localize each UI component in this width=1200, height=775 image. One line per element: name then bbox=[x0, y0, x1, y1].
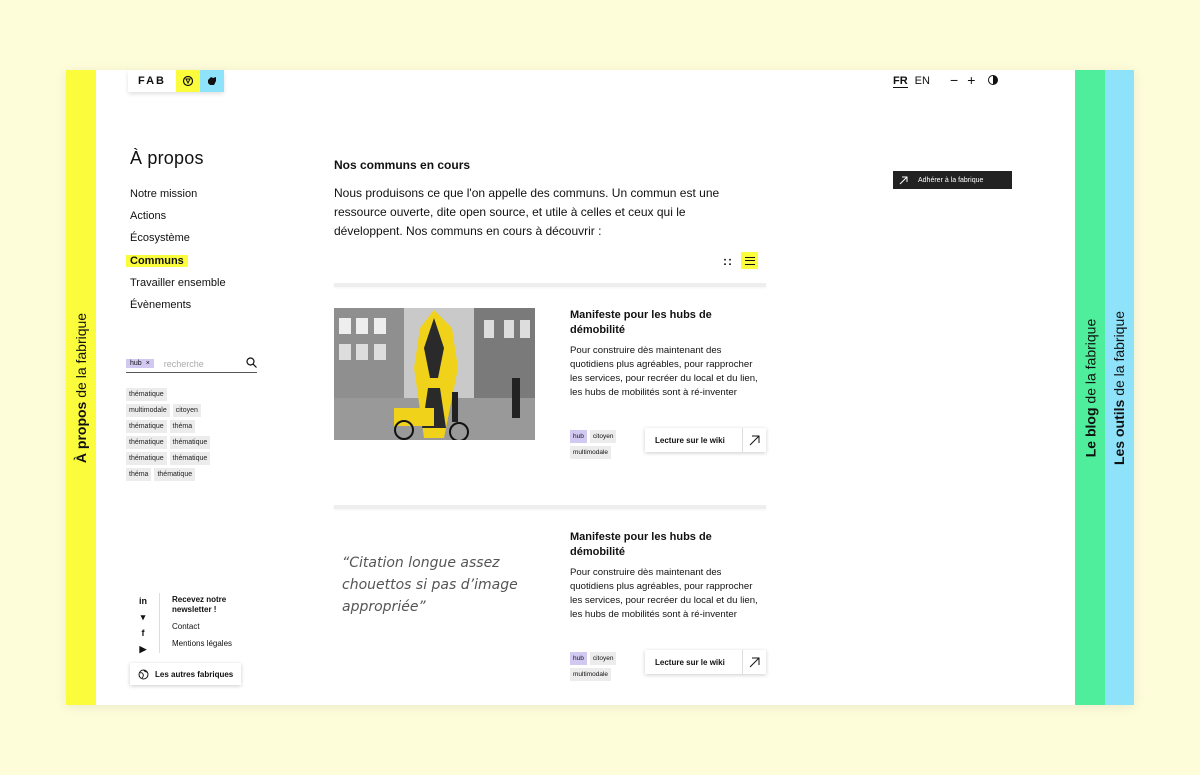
facebook-icon[interactable]: f bbox=[138, 627, 148, 639]
globe-icon bbox=[138, 669, 149, 679]
app-frame: À propos de la fabrique FAB FR EN − + À … bbox=[66, 70, 1134, 705]
filter-tag[interactable]: thématique bbox=[126, 436, 167, 449]
filter-tag[interactable]: multimodale bbox=[126, 404, 170, 417]
filter-tag[interactable]: citoyen bbox=[172, 404, 201, 417]
sidebar-item-communs[interactable]: Communs bbox=[126, 254, 230, 276]
tab-blog-rest: de la fabrique bbox=[1082, 318, 1099, 407]
intro-text: Nous produisons ce que l'on appelle des … bbox=[334, 186, 720, 238]
tab-blog-bold: Le blog bbox=[1082, 406, 1099, 457]
divider bbox=[159, 593, 160, 653]
chip-remove-icon[interactable]: × bbox=[146, 360, 150, 367]
tab-outils-bold: Les outils bbox=[1111, 399, 1128, 465]
arrow-up-right-icon bbox=[742, 650, 766, 674]
card: Manifeste pour les hubs de démobilité Po… bbox=[570, 530, 766, 622]
card-divider bbox=[334, 283, 766, 287]
sidebar-title: À propos bbox=[130, 148, 204, 168]
sidebar: À propos Notre mission Actions Écosystèm… bbox=[126, 148, 230, 320]
footer-links: Recevez notre newsletter ! Contact Menti… bbox=[172, 595, 242, 656]
tab-a-propos-rest: de la fabrique bbox=[73, 312, 89, 402]
card-tag[interactable]: citoyen bbox=[589, 652, 617, 665]
arrow-up-right-icon bbox=[899, 176, 908, 184]
zoom-in-button[interactable]: + bbox=[967, 72, 975, 88]
arrow-up-right-icon bbox=[742, 428, 766, 452]
compass-icon[interactable] bbox=[176, 70, 200, 92]
card-image bbox=[334, 308, 535, 440]
logo-text: FAB bbox=[128, 70, 176, 92]
card-tag[interactable]: citoyen bbox=[589, 430, 617, 443]
card-tag[interactable]: hub bbox=[570, 430, 587, 443]
zoom-controls: − + bbox=[950, 72, 999, 88]
card-title[interactable]: Manifeste pour les hubs de démobilité bbox=[570, 530, 766, 560]
view-toggle: :: bbox=[723, 252, 758, 269]
filter-tag[interactable]: thématique bbox=[169, 452, 211, 465]
read-wiki-label: Lecture sur le wiki bbox=[655, 657, 725, 667]
tab-a-propos-bold: À propos bbox=[73, 401, 89, 463]
read-wiki-label: Lecture sur le wiki bbox=[655, 435, 725, 445]
card-tag[interactable]: multimodale bbox=[570, 668, 612, 681]
card-description: Pour construire dès maintenant des quoti… bbox=[570, 567, 758, 620]
read-wiki-button[interactable]: Lecture sur le wiki bbox=[645, 428, 766, 452]
contact-link[interactable]: Contact bbox=[172, 622, 242, 631]
language-switch: FR EN bbox=[893, 75, 930, 88]
search-bar[interactable]: hub × recherche bbox=[126, 355, 257, 373]
filter-tag[interactable]: thématique bbox=[169, 436, 211, 449]
search-chip-hub[interactable]: hub × bbox=[126, 359, 154, 368]
filter-tag[interactable]: thématique bbox=[126, 388, 167, 401]
filter-tag[interactable]: théma bbox=[169, 420, 196, 433]
legal-link[interactable]: Mentions légales bbox=[172, 639, 242, 648]
sidebar-item-ecosysteme[interactable]: Écosystème bbox=[130, 231, 230, 253]
card: Manifeste pour les hubs de démobilité Po… bbox=[570, 308, 766, 400]
lang-en[interactable]: EN bbox=[915, 75, 930, 88]
sidebar-item-travailler-ensemble[interactable]: Travailler ensemble bbox=[130, 276, 230, 298]
other-fabriques-label: Les autres fabriques bbox=[155, 669, 234, 679]
tab-outils-rest: de la fabrique bbox=[1111, 310, 1128, 400]
card-tag[interactable]: hub bbox=[570, 652, 587, 665]
sidebar-item-actions[interactable]: Actions bbox=[130, 209, 230, 231]
join-label: Adhérer à la fabrique bbox=[918, 176, 984, 184]
list-view-icon[interactable] bbox=[741, 252, 758, 269]
card-title[interactable]: Manifeste pour les hubs de démobilité bbox=[570, 308, 766, 338]
lang-fr[interactable]: FR bbox=[893, 75, 908, 88]
filter-tag[interactable]: théma bbox=[126, 468, 152, 481]
filter-tags: thématique multimodale citoyen thématique… bbox=[126, 388, 266, 484]
search-input[interactable]: recherche bbox=[164, 359, 236, 369]
join-button[interactable]: Adhérer à la fabrique bbox=[893, 171, 1012, 189]
filter-tag[interactable]: thématique bbox=[126, 452, 167, 465]
sidebar-item-evenements[interactable]: Évènements bbox=[130, 298, 230, 320]
tab-a-propos[interactable]: À propos de la fabrique bbox=[66, 70, 96, 705]
social-links: in ▾ f ▶ bbox=[138, 595, 148, 655]
card-divider bbox=[334, 505, 766, 509]
tab-outils[interactable]: Les outils de la fabrique bbox=[1105, 70, 1134, 705]
newsletter-link[interactable]: Recevez notre newsletter ! bbox=[172, 595, 242, 615]
linkedin-icon[interactable]: in bbox=[138, 595, 148, 607]
filter-tag[interactable]: thématique bbox=[154, 468, 196, 481]
main-content: Nos communs en cours Nous produisons ce … bbox=[334, 158, 766, 241]
card-tag[interactable]: multimodale bbox=[570, 446, 612, 459]
zoom-out-button[interactable]: − bbox=[950, 72, 958, 88]
page-title: Nos communs en cours bbox=[334, 158, 471, 172]
card-quote: “Citation longue assez chouettos si pas … bbox=[342, 555, 518, 615]
card-tags: hub citoyen multimodale bbox=[570, 430, 630, 459]
search-icon[interactable] bbox=[246, 355, 257, 373]
sidebar-item-notre-mission[interactable]: Notre mission bbox=[130, 187, 230, 209]
logo[interactable]: FAB bbox=[128, 70, 224, 92]
card-tags: hub citoyen multimodale bbox=[570, 652, 630, 681]
filter-tag[interactable]: thématique bbox=[126, 420, 167, 433]
read-wiki-button[interactable]: Lecture sur le wiki bbox=[645, 650, 766, 674]
twitter-icon[interactable]: ▾ bbox=[138, 611, 148, 623]
map-shape-icon[interactable] bbox=[200, 70, 224, 92]
youtube-icon[interactable]: ▶ bbox=[138, 643, 148, 655]
contrast-icon[interactable] bbox=[988, 75, 999, 85]
other-fabriques-button[interactable]: Les autres fabriques bbox=[130, 663, 242, 685]
grid-view-icon[interactable]: :: bbox=[723, 254, 733, 268]
card-description: Pour construire dès maintenant des quoti… bbox=[570, 345, 758, 398]
tab-blog[interactable]: Le blog de la fabrique bbox=[1075, 70, 1105, 705]
